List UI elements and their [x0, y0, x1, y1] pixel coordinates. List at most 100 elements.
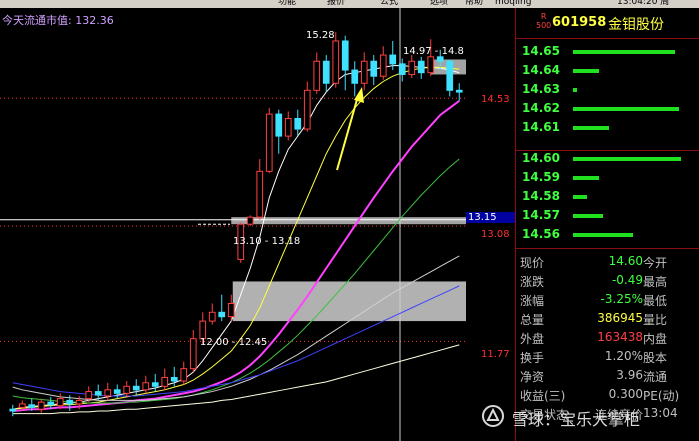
order-price: 14.62 — [522, 101, 560, 115]
stock-name[interactable]: 金钼股份 — [608, 14, 664, 34]
quote-row: 总量 386945 量比 — [520, 311, 699, 327]
clock-text: 13:04:20 周 — [617, 0, 670, 7]
candle-body — [351, 69, 359, 84]
candle-body — [113, 389, 121, 394]
candle-body — [294, 117, 302, 130]
order-book-row[interactable]: 14.65 — [520, 44, 698, 60]
quote-value: -3.25% — [600, 292, 643, 306]
candle-body — [341, 40, 349, 71]
price-scale-13-15: 13.15 — [466, 212, 515, 223]
r-badge-top: R — [540, 12, 547, 21]
quote-row: 涨幅 -3.25% 最低 — [520, 292, 699, 308]
candle-body — [180, 368, 188, 382]
moving-average-line — [12, 255, 460, 401]
menu-item[interactable]: moqling — [495, 0, 531, 7]
trading-window: 功能 报价 公式 选项 帮助 moqling 13:04:20 周 今天流通市值: 132.… — [0, 0, 699, 441]
candle-body — [142, 382, 150, 391]
quote-value: 0.300 — [608, 387, 643, 401]
quote-row: 换手 1.20% 股本 — [520, 349, 699, 365]
candle-body — [208, 311, 216, 322]
quote-row: 净资 3.96 流通 — [520, 368, 699, 384]
order-book-row[interactable]: 14.58 — [520, 189, 698, 205]
menu-item[interactable]: 公式 — [380, 0, 398, 7]
order-book-row[interactable]: 14.57 — [520, 208, 698, 224]
order-price: 14.61 — [522, 120, 560, 134]
quote-right-label: 最低 — [643, 294, 668, 308]
watermark-text: 雪球：宝乐大掌柜 — [512, 410, 641, 429]
quote-label: 现价 — [520, 256, 545, 270]
candle-body — [28, 404, 36, 408]
candle-body — [446, 60, 454, 91]
quote-right-label: 今开 — [643, 256, 668, 270]
price-scale-11-77: 11.77 — [481, 349, 510, 360]
candle-body — [455, 89, 463, 93]
candle-body — [9, 408, 17, 412]
order-price: 14.56 — [522, 227, 560, 241]
quote-row: 现价 14.60 今开 — [520, 254, 699, 270]
candle-body — [56, 398, 64, 407]
candle-body — [161, 376, 169, 387]
range-label-low: 12.00 - 12.45 — [200, 337, 268, 348]
order-price: 14.63 — [522, 82, 560, 96]
quote-right-label: 股本 — [643, 351, 668, 365]
menu-item[interactable]: 报价 — [327, 0, 345, 7]
kline-chart[interactable]: 今天流通市值: 132.36 15.28 14.97 - 14.8 13.10 … — [0, 8, 515, 441]
candle-body — [275, 113, 283, 137]
menu-item[interactable]: 帮助 — [465, 0, 483, 7]
menu-item[interactable]: 功能 — [278, 0, 296, 7]
volume-bar — [573, 233, 633, 237]
stock-code[interactable]: 601958 — [552, 15, 606, 30]
order-book-row[interactable]: 14.62 — [520, 101, 698, 117]
order-book-row[interactable]: 14.59 — [520, 170, 698, 186]
order-book-row[interactable]: 14.56 — [520, 227, 698, 243]
candle-body — [123, 385, 131, 394]
candle-body — [398, 63, 406, 75]
quote-right-label: 内盘 — [643, 332, 668, 346]
snowball-icon — [482, 405, 504, 427]
candle-body — [151, 382, 159, 387]
candle-body — [66, 399, 74, 405]
candle-body — [427, 56, 435, 74]
quote-label: 涨幅 — [520, 294, 545, 308]
price-scale-13-08: 13.08 — [481, 229, 510, 240]
volume-bar — [573, 88, 577, 92]
xueqiu-watermark: 雪球：宝乐大掌柜 — [480, 402, 699, 432]
order-book-row[interactable]: 14.63 — [520, 82, 698, 98]
candle-body — [85, 391, 93, 400]
order-book-row[interactable]: 14.61 — [520, 120, 698, 136]
moving-average-line — [12, 100, 460, 412]
r-badge: R 500 — [536, 12, 551, 30]
order-price: 14.60 — [522, 151, 560, 165]
high-price-label: 15.28 — [306, 30, 335, 41]
quote-row: 收益(三) 0.300 PE(动) — [520, 387, 699, 403]
kline-chart-svg[interactable] — [0, 8, 515, 441]
quote-label: 涨跌 — [520, 275, 545, 289]
candle-body — [189, 338, 197, 370]
volume-bar — [573, 214, 603, 218]
candle-body — [75, 399, 83, 405]
order-price: 14.57 — [522, 208, 560, 222]
order-price: 14.58 — [522, 189, 560, 203]
quote-label: 换手 — [520, 351, 545, 365]
divider — [516, 248, 699, 249]
annotation-arrowhead — [354, 87, 364, 103]
candle-body — [132, 385, 140, 391]
quote-label: 净资 — [520, 370, 545, 384]
order-price: 14.64 — [522, 63, 560, 77]
quote-right-label: 最高 — [643, 275, 668, 289]
r-badge-bottom: 500 — [536, 21, 552, 30]
candle-body — [18, 403, 26, 408]
order-book-row[interactable]: 14.60 — [520, 151, 698, 167]
menu-item[interactable]: 选项 — [430, 0, 448, 7]
range-label-top: 14.97 - 14.8 — [403, 46, 464, 57]
volume-bar — [573, 107, 679, 111]
candle-body — [379, 54, 387, 77]
candle-body — [37, 401, 45, 410]
quote-label: 总量 — [520, 313, 545, 327]
candle-body — [313, 60, 321, 91]
volume-bar — [573, 176, 599, 180]
candle-body — [104, 389, 112, 397]
quote-value: 14.60 — [608, 254, 643, 268]
order-price: 14.65 — [522, 44, 560, 58]
order-book-row[interactable]: 14.64 — [520, 63, 698, 79]
